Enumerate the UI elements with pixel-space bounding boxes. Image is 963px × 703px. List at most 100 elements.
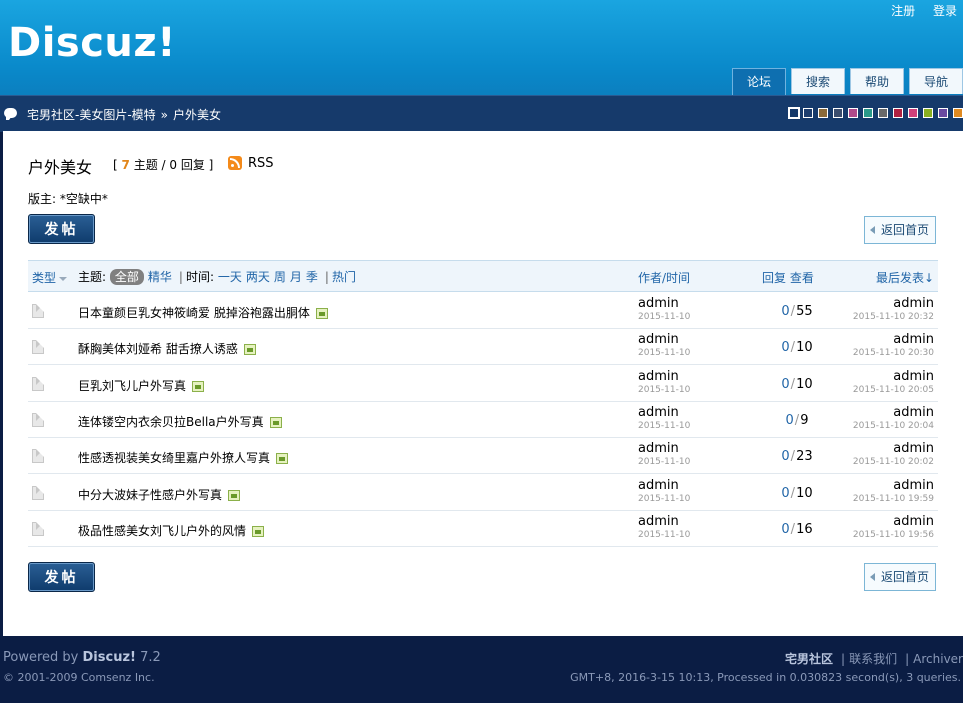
type-filter[interactable]: 类型 [32,269,68,286]
tab-search[interactable]: 搜索 [791,68,845,94]
footer-archiver-link[interactable]: Archiver [913,652,963,666]
count-separator: / [790,376,796,392]
last-post-date[interactable]: 2015-11-10 19:59 [853,494,934,504]
style-swatch[interactable] [878,108,888,118]
thread-author[interactable]: admin [638,478,679,493]
footer: Powered by Discuz! 7.2 © 2001-2009 Comse… [0,636,963,703]
view-count: 9 [800,412,809,428]
thread-title[interactable]: 巨乳刘飞儿户外写真 [78,379,186,393]
style-swatch[interactable] [953,108,963,118]
thread-folder-icon [32,376,44,391]
last-post-author[interactable]: admin [893,405,934,420]
new-post-button-top[interactable]: 发帖 [28,214,95,244]
last-post-date[interactable]: 2015-11-10 19:56 [853,530,934,540]
tab-help[interactable]: 帮助 [850,68,904,94]
filter-time-month[interactable]: 月 [290,270,302,284]
thread-author[interactable]: admin [638,332,679,347]
thread-title[interactable]: 日本童颜巨乳女神筱崎爱 脱掉浴袍露出胴体 [78,306,310,320]
sort-author-time[interactable]: 作者/时间 [638,269,690,286]
tab-forum[interactable]: 论坛 [732,68,786,95]
thread-title-link[interactable]: 极品性感美女刘飞儿户外的风情 [78,522,265,539]
breadcrumb-separator: » [160,108,169,122]
filter-hot[interactable]: 热门 [332,270,356,284]
thread-title[interactable]: 中分大波妹子性感户外写真 [78,488,222,502]
filter-time-week[interactable]: 周 [274,270,286,284]
style-swatch[interactable] [803,108,813,118]
back-home-button-bottom[interactable]: 返回首页 [864,563,936,591]
last-post-author[interactable]: admin [893,369,934,384]
powered-by: Powered by Discuz! 7.2 [3,650,161,665]
thread-date: 2015-11-10 [638,312,691,322]
last-post-date[interactable]: 2015-11-10 20:30 [853,348,934,358]
style-swatch[interactable] [893,108,903,118]
filter-all[interactable]: 全部 [109,269,144,285]
filter-digest[interactable]: 精华 [148,270,172,284]
filter-time-day[interactable]: 一天 [218,270,242,284]
thread-title-link[interactable]: 中分大波妹子性感户外写真 [78,486,241,503]
back-home-label: 返回首页 [881,223,930,237]
arrow-left-icon [870,573,875,581]
footer-divider: | [905,652,910,666]
thread-author[interactable]: admin [638,514,679,529]
login-link[interactable]: 登录 [933,4,957,18]
footer-site-link[interactable]: 宅男社区 [785,652,833,666]
sort-replies-views[interactable]: 回复 查看 [762,269,814,286]
style-swatch[interactable] [818,108,828,118]
thread-filters: 主题: 全部 精华 | 时间: 一天 两天周月季 | 热门 [78,268,360,285]
thread-title[interactable]: 极品性感美女刘飞儿户外的风情 [78,524,246,538]
last-post-author[interactable]: admin [893,514,934,529]
stats-bracket-close: ] [208,158,214,172]
thread-date: 2015-11-10 [638,457,691,468]
footer-contact-link[interactable]: 联系我们 [849,652,897,666]
last-post-author[interactable]: admin [893,332,934,347]
thread-author[interactable]: admin [638,405,679,420]
reply-count: 0 [781,340,790,356]
filter-time-twodays[interactable]: 两天 [246,270,270,284]
last-post-date[interactable]: 2015-11-10 20:05 [853,385,934,395]
site-logo[interactable]: Discuz! [8,20,176,66]
powered-brand[interactable]: Discuz! [83,650,136,665]
style-swatch[interactable] [788,107,800,119]
thread-folder-icon [32,340,44,355]
thread-title-link[interactable]: 性感透视装美女绮里嘉户外撩人写真 [78,449,289,466]
thread-title-link[interactable]: 连体镂空内衣余贝拉Bella户外写真 [78,413,282,430]
thread-title[interactable]: 酥胸美体刘娅希 甜舌撩人诱惑 [78,342,238,356]
style-swatch[interactable] [833,108,843,118]
thread-counts: 0/10 [762,340,832,355]
thread-title-link[interactable]: 日本童颜巨乳女神筱崎爱 脱掉浴袍露出胴体 [78,304,328,321]
last-post-author[interactable]: admin [893,296,934,311]
style-swatch[interactable] [848,108,858,118]
tab-navigation[interactable]: 导航 [909,68,963,94]
last-post-date[interactable]: 2015-11-10 20:04 [853,421,934,431]
style-swatch[interactable] [938,108,948,118]
thread-title[interactable]: 连体镂空内衣余贝拉Bella户外写真 [78,415,264,429]
style-swatch[interactable] [908,108,918,118]
register-link[interactable]: 注册 [891,4,915,18]
thread-title[interactable]: 性感透视装美女绮里嘉户外撩人写真 [78,451,270,465]
reply-count: 0 [781,485,790,501]
footer-links: 宅男社区 | 联系我们 | Archiver [785,650,963,667]
thread-row: 酥胸美体刘娅希 甜舌撩人诱惑 admin 2015-11-10 0/10 admin 20… [28,329,938,366]
breadcrumb-path[interactable]: 宅男社区-美女图片-模特 [27,108,156,122]
last-post-date[interactable]: 2015-11-10 20:32 [853,312,934,322]
header: Discuz! 注册 登录 论坛 搜索 帮助 导航 [0,0,963,95]
image-attachment-icon [243,344,256,356]
thread-title-link[interactable]: 酥胸美体刘娅希 甜舌撩人诱惑 [78,340,256,357]
style-swatch[interactable] [863,108,873,118]
thread-title-link[interactable]: 巨乳刘飞儿户外写真 [78,377,205,394]
last-post-author[interactable]: admin [893,478,934,493]
last-post-date[interactable]: 2015-11-10 20:02 [853,457,934,467]
style-swatch[interactable] [923,108,933,118]
thread-author[interactable]: admin [638,296,679,311]
filter-time-quarter[interactable]: 季 [306,270,318,284]
sort-last-post[interactable]: 最后发表↓ [876,269,934,286]
breadcrumb-current[interactable]: 户外美女 [173,108,221,122]
rss-icon[interactable] [228,156,242,170]
thread-author[interactable]: admin [638,441,679,456]
last-post-author[interactable]: admin [893,441,934,456]
thread-counts: 0/23 [762,449,832,464]
new-post-button-bottom[interactable]: 发帖 [28,562,95,592]
thread-author[interactable]: admin [638,369,679,384]
back-home-button-top[interactable]: 返回首页 [864,216,936,244]
rss-link[interactable]: RSS [248,156,274,171]
